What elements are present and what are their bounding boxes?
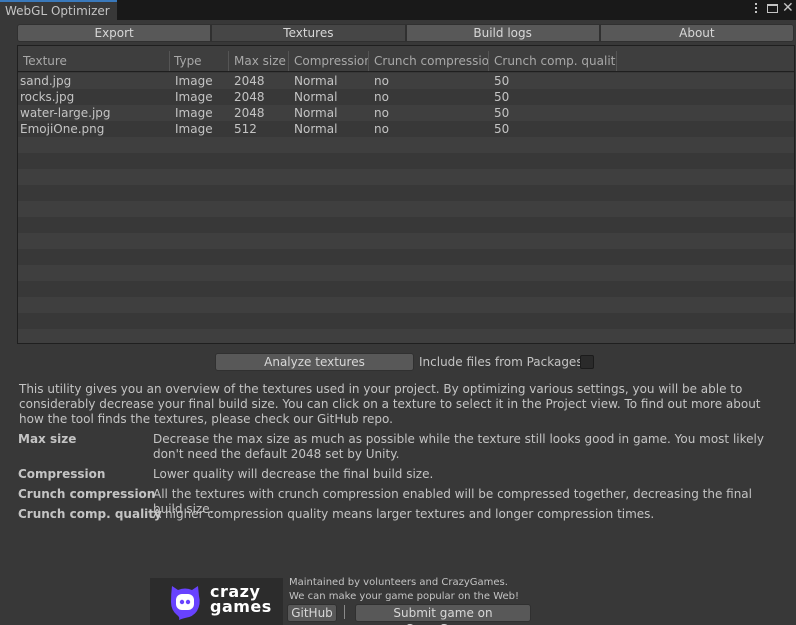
help-key: Compression	[18, 467, 106, 481]
table-cell: rocks.jpg	[20, 90, 75, 104]
window-title: WebGL Optimizer	[5, 4, 110, 18]
logo-line-2: games	[210, 597, 272, 616]
column-header-crunch-quality[interactable]: Crunch comp. quality	[489, 51, 617, 71]
include-packages-label: Include files from Packages	[419, 355, 583, 369]
column-header-compression[interactable]: Compression	[289, 51, 369, 71]
empty-table-row	[18, 233, 794, 249]
table-cell: Normal	[294, 74, 338, 88]
table-cell: 2048	[234, 106, 265, 120]
table-cell: Image	[175, 122, 213, 136]
tab-bar: Export Textures Build logs About	[17, 24, 794, 42]
help-key: Crunch compression	[18, 487, 156, 501]
window-titlebar: WebGL Optimizer ✕	[0, 0, 796, 20]
empty-table-row	[18, 281, 794, 297]
help-value: Lower quality will decrease the final bu…	[153, 467, 434, 481]
empty-table-row	[18, 169, 794, 185]
table-cell: EmojiOne.png	[20, 122, 105, 136]
table-cell: sand.jpg	[20, 74, 72, 88]
maximize-icon[interactable]	[767, 4, 778, 13]
empty-table-row	[18, 249, 794, 265]
window-tab[interactable]: WebGL Optimizer	[0, 0, 117, 20]
table-cell: no	[374, 122, 389, 136]
empty-table-row	[18, 313, 794, 329]
tab-export[interactable]: Export	[17, 24, 212, 42]
help-value: Decrease the max size as much as possibl…	[153, 432, 764, 461]
tab-textures[interactable]: Textures	[211, 24, 406, 42]
table-row[interactable]: EmojiOne.png Image 512 Normal no 50	[18, 121, 794, 137]
tab-about[interactable]: About	[599, 24, 794, 42]
empty-table-row	[18, 329, 794, 343]
empty-table-row	[18, 201, 794, 217]
table-cell: no	[374, 106, 389, 120]
github-button[interactable]: GitHub	[287, 604, 337, 622]
analyze-textures-button[interactable]: Analyze textures	[215, 353, 414, 371]
table-cell: 50	[494, 106, 510, 120]
submit-game-button[interactable]: Submit game on CrazyGames	[355, 604, 531, 625]
table-cell: Image	[175, 74, 213, 88]
footer-maintained-text: Maintained by volunteers and CrazyGames.	[289, 577, 508, 588]
empty-table-row	[18, 153, 794, 169]
table-cell: Image	[175, 90, 213, 104]
table-cell: Normal	[294, 106, 338, 120]
crazygames-logo-icon	[171, 586, 200, 620]
table-body: sand.jpg Image 2048 Normal no 50 rocks.jpg Imag…	[18, 73, 794, 343]
table-cell: Normal	[294, 122, 338, 136]
table-header: Texture Type Max size Compression Crunch…	[18, 46, 794, 72]
table-cell: no	[374, 74, 389, 88]
table-cell: Image	[175, 106, 213, 120]
crazygames-logo[interactable]: crazy games	[150, 578, 283, 625]
column-header-max-size[interactable]: Max size	[229, 51, 289, 71]
include-packages-checkbox[interactable]	[580, 355, 594, 369]
table-cell: 2048	[234, 90, 265, 104]
help-value: A higher compression quality means large…	[153, 507, 655, 521]
empty-table-row	[18, 217, 794, 233]
table-cell: 50	[494, 90, 510, 104]
table-cell: 50	[494, 122, 510, 136]
table-cell: no	[374, 90, 389, 104]
table-row[interactable]: rocks.jpg Image 2048 Normal no 50	[18, 89, 794, 105]
table-cell: 512	[234, 122, 257, 136]
close-icon[interactable]: ✕	[782, 1, 794, 15]
table-row[interactable]: sand.jpg Image 2048 Normal no 50	[18, 73, 794, 89]
tab-build-logs[interactable]: Build logs	[405, 24, 600, 42]
column-header-texture[interactable]: Texture	[18, 51, 170, 71]
table-cell: water-large.jpg	[20, 106, 111, 120]
column-header-crunch-compression[interactable]: Crunch compressior	[369, 51, 489, 71]
empty-table-row	[18, 297, 794, 313]
table-cell: 50	[494, 74, 510, 88]
empty-table-row	[18, 185, 794, 201]
column-header-type[interactable]: Type	[169, 51, 229, 71]
help-key: Max size	[18, 432, 77, 446]
footer-separator	[344, 605, 345, 619]
footer-promo-text: We can make your game popular on the Web…	[289, 591, 520, 602]
table-cell: Normal	[294, 90, 338, 104]
intro-text: This utility gives you an overview of th…	[19, 382, 761, 426]
empty-table-row	[18, 265, 794, 281]
textures-table: Texture Type Max size Compression Crunch…	[17, 45, 795, 344]
crazygames-logo-text: crazy games	[210, 584, 272, 616]
table-row[interactable]: water-large.jpg Image 2048 Normal no 50	[18, 105, 794, 121]
help-key: Crunch comp. quality	[18, 507, 162, 521]
vertical-dots-icon[interactable]	[753, 2, 759, 15]
table-cell: 2048	[234, 74, 265, 88]
empty-table-row	[18, 137, 794, 153]
